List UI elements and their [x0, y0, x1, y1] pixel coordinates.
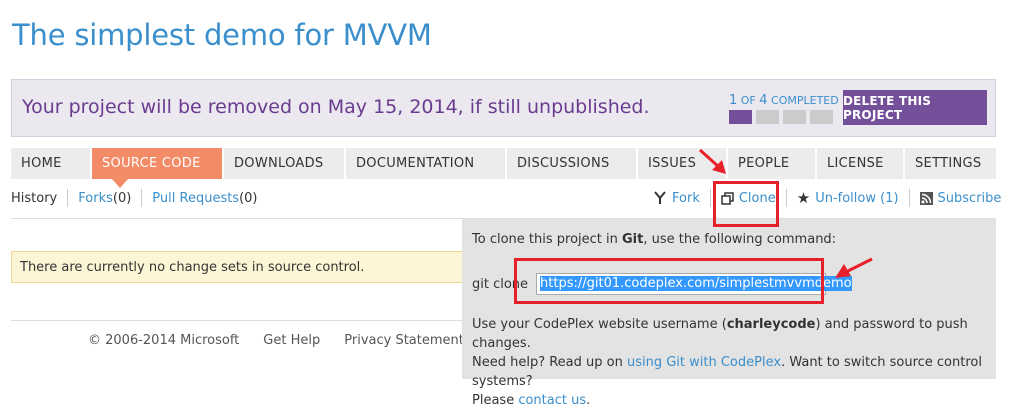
using-git-link[interactable]: using Git with CodePlex	[627, 355, 781, 370]
divider	[785, 189, 787, 207]
tab-people[interactable]: PEOPLE	[728, 148, 815, 179]
clone-instructions-suffix: , use the following command:	[643, 232, 837, 247]
help3-prefix: Please	[472, 393, 519, 408]
divider	[709, 189, 711, 207]
divider	[67, 189, 69, 207]
footer-copyright: © 2006-2014 Microsoft	[88, 333, 240, 348]
source-subnav: History Forks (0) Pull Requests (0)	[11, 189, 258, 207]
pull-requests-count: (0)	[239, 190, 258, 206]
clone-help-line1: Use your CodePlex website username (char…	[472, 315, 992, 353]
progress-step	[810, 110, 833, 124]
progress-steps	[729, 110, 833, 124]
clone-help-text: Use your CodePlex website username (char…	[472, 315, 992, 410]
tab-license[interactable]: LICENSE	[817, 148, 903, 179]
progress-label[interactable]: 1 OF 4 COMPLETED	[729, 93, 839, 108]
clone-instructions-git: Git	[622, 232, 644, 247]
annotation-box-clone	[713, 181, 779, 227]
fork-icon	[654, 191, 666, 204]
fork-link[interactable]: Fork	[653, 191, 700, 206]
progress-total: 4	[759, 93, 768, 108]
progress-of: OF	[737, 94, 760, 107]
help1-prefix: Use your CodePlex website username (	[472, 317, 727, 332]
help1-username: charleycode	[726, 317, 816, 332]
subnav-pull-requests[interactable]: Pull Requests	[152, 191, 239, 206]
footer: © 2006-2014 Microsoft Get Help Privacy S…	[88, 333, 526, 348]
subscribe-label: Subscribe	[937, 190, 1002, 206]
star-icon: ★	[796, 189, 811, 207]
divider	[908, 189, 910, 207]
tab-settings[interactable]: SETTINGS	[905, 148, 996, 179]
unfollow-label: Un-follow (1)	[815, 190, 899, 206]
tab-home[interactable]: HOME	[11, 148, 90, 179]
subnav-forks[interactable]: Forks	[78, 191, 113, 206]
page-title: The simplest demo for MVVM	[12, 18, 432, 52]
clone-help-line2: Need help? Read up on using Git with Cod…	[472, 353, 992, 391]
annotation-arrow-icon	[698, 148, 726, 174]
clone-instructions: To clone this project in Git, use the fo…	[472, 232, 836, 247]
no-changesets-warning: There are currently no change sets in so…	[11, 251, 471, 283]
footer-get-help[interactable]: Get Help	[263, 333, 320, 348]
help3-suffix: .	[586, 393, 591, 408]
clone-help-line3: Please contact us.	[472, 391, 992, 410]
divider	[141, 189, 143, 207]
tab-documentation[interactable]: DOCUMENTATION	[346, 148, 505, 179]
fork-label: Fork	[672, 190, 700, 206]
unfollow-link[interactable]: ★ Un-follow (1)	[797, 189, 899, 207]
progress-step	[729, 110, 752, 124]
tab-source-code[interactable]: SOURCE CODE	[92, 148, 222, 188]
divider	[11, 320, 471, 321]
tab-downloads[interactable]: DOWNLOADS	[224, 148, 344, 179]
progress-step	[756, 110, 779, 124]
footer-privacy[interactable]: Privacy Statement	[344, 333, 464, 348]
forks-count: (0)	[112, 190, 132, 206]
clone-instructions-prefix: To clone this project in	[472, 232, 622, 247]
main-nav-tabs: HOME SOURCE CODE DOWNLOADS DOCUMENTATION…	[11, 148, 996, 188]
tab-discussions[interactable]: DISCUSSIONS	[507, 148, 636, 179]
subscribe-link[interactable]: Subscribe	[919, 190, 1002, 206]
progress-step	[783, 110, 806, 124]
help2-prefix: Need help? Read up on	[472, 355, 627, 370]
source-actions: Fork Clone ★ Un-follow (1) Subscribe	[653, 189, 1001, 207]
notice-message: Your project will be removed on May 15, …	[22, 96, 650, 118]
contact-us-link[interactable]: contact us	[518, 393, 586, 408]
unpublished-notice: Your project will be removed on May 15, …	[11, 79, 996, 137]
subnav-history[interactable]: History	[11, 191, 57, 206]
rss-icon	[919, 191, 933, 205]
annotation-box-url	[514, 258, 824, 304]
annotation-arrow-icon	[835, 257, 873, 278]
delete-project-button[interactable]: DELETE THIS PROJECT	[843, 90, 987, 125]
progress-completed: COMPLETED	[767, 94, 839, 107]
